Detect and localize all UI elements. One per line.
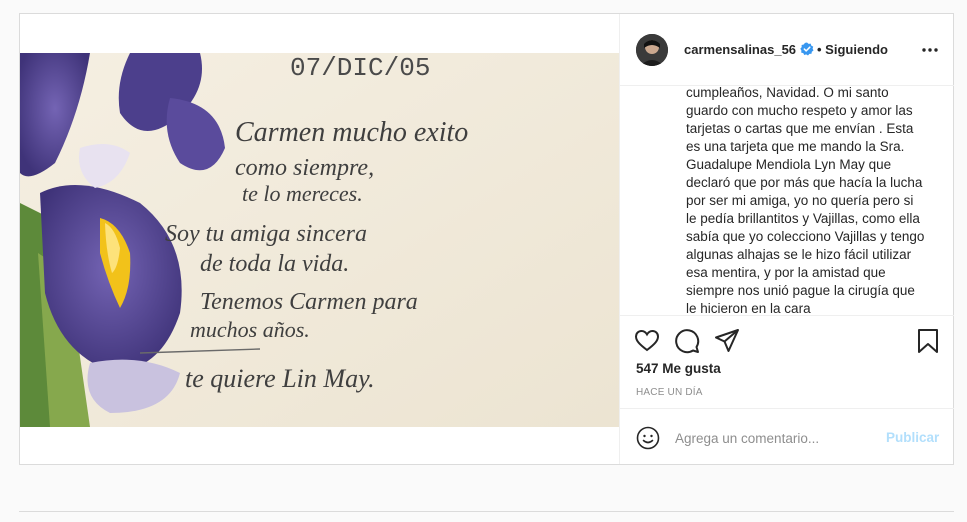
- action-bar: [620, 315, 954, 363]
- comment-input[interactable]: [675, 428, 875, 448]
- comment-bubble-icon[interactable]: [674, 328, 700, 354]
- publish-button[interactable]: Publicar: [886, 430, 939, 445]
- post-media: 07/DIC/05 Carmen mucho exito como siempr…: [20, 14, 619, 464]
- card-line-1: Carmen mucho exito: [235, 117, 468, 148]
- comment-bar: Publicar: [620, 408, 954, 464]
- divider: [19, 511, 954, 512]
- card-date: 07/DIC/05: [290, 53, 430, 83]
- card-line-6: Tenemos Carmen para: [200, 289, 418, 315]
- avatar[interactable]: [636, 34, 668, 66]
- post-sidebar: carmensalinas_56 • Siguiendo cumpleaños,…: [619, 14, 954, 464]
- card-line-7: muchos años.: [190, 317, 310, 342]
- card-line-8: te quiere Lin May.: [185, 364, 375, 393]
- likes-count[interactable]: 547 Me gusta: [636, 361, 721, 376]
- post-caption: cumpleaños, Navidad. O mi santo guardo c…: [686, 86, 925, 315]
- post-header: carmensalinas_56 • Siguiendo: [620, 14, 954, 86]
- post-photo[interactable]: 07/DIC/05 Carmen mucho exito como siempr…: [20, 53, 619, 427]
- username[interactable]: carmensalinas_56: [684, 42, 796, 57]
- card-line-3: te lo mereces.: [242, 181, 363, 206]
- caption-scroll-area[interactable]: cumpleaños, Navidad. O mi santo guardo c…: [620, 86, 954, 315]
- post-timestamp[interactable]: HACE UN DÍA: [636, 387, 703, 398]
- instagram-post: 07/DIC/05 Carmen mucho exito como siempr…: [19, 13, 954, 465]
- verified-badge-icon: [800, 42, 814, 56]
- emoji-icon[interactable]: [636, 426, 660, 450]
- card-line-2: como siempre,: [235, 155, 374, 181]
- card-line-5: de toda la vida.: [200, 251, 349, 277]
- like-heart-icon[interactable]: [634, 328, 660, 354]
- more-options-icon[interactable]: [920, 42, 940, 58]
- save-bookmark-icon[interactable]: [915, 328, 941, 354]
- following-button[interactable]: • Siguiendo: [817, 42, 888, 57]
- card-line-4: Soy tu amiga sincera: [165, 221, 367, 247]
- share-send-icon[interactable]: [714, 328, 740, 354]
